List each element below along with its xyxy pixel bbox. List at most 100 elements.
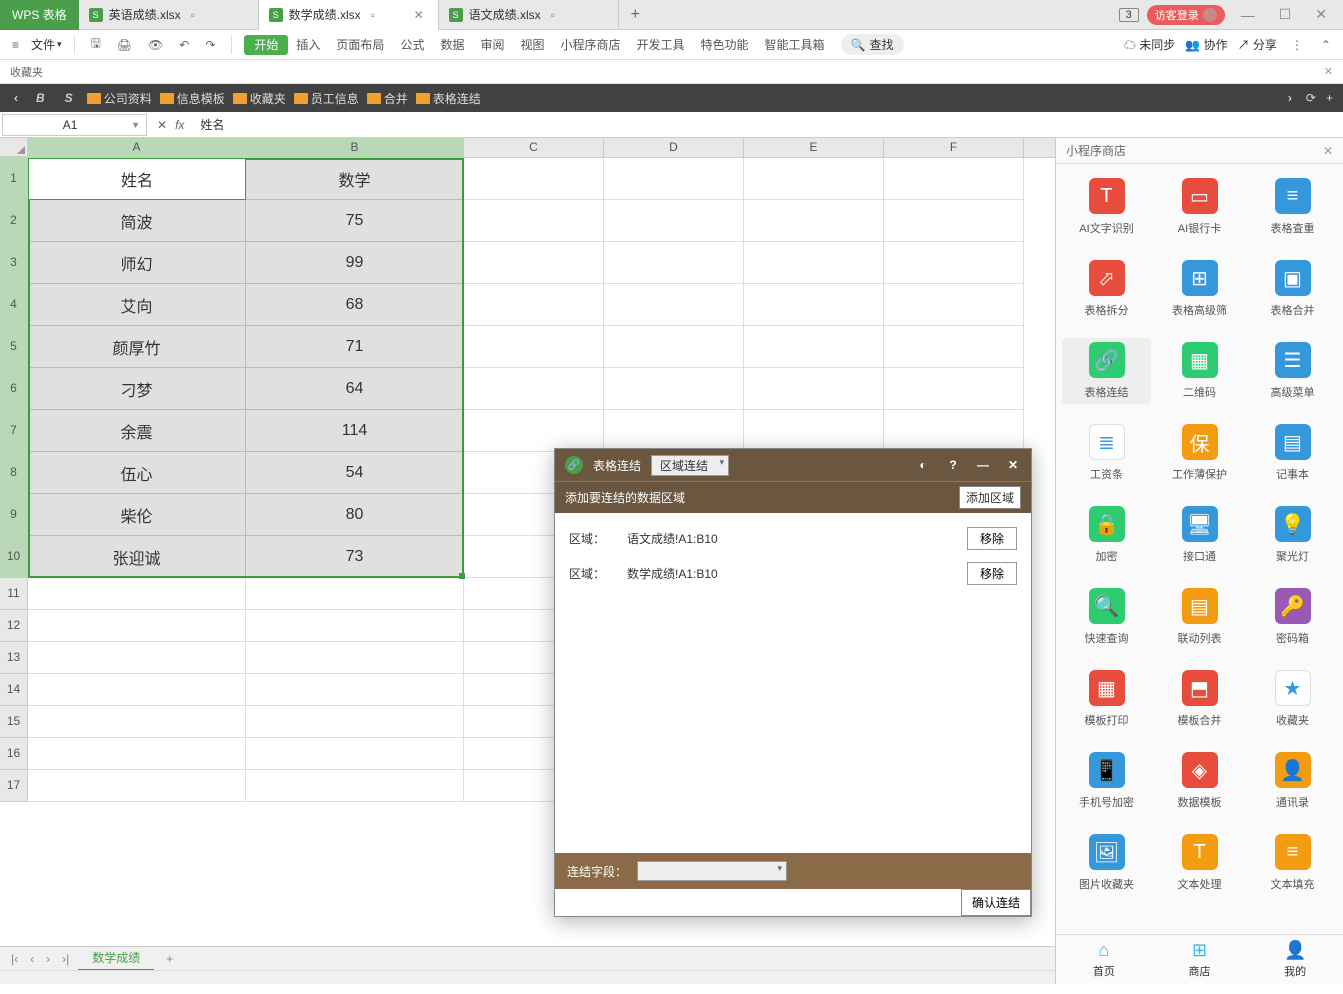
folder-item[interactable]: 信息模板 <box>160 90 225 107</box>
remove-button[interactable]: 移除 <box>967 562 1017 585</box>
folder-item[interactable]: 合并 <box>367 90 408 107</box>
cell[interactable]: 75 <box>246 200 464 242</box>
applet-item[interactable]: 🖥接口通 <box>1155 502 1244 568</box>
applet-item[interactable]: ▤联动列表 <box>1155 584 1244 650</box>
cell[interactable]: 张迎诚 <box>28 536 246 578</box>
applet-item[interactable]: ⬒模板合并 <box>1155 666 1244 732</box>
cell[interactable]: 71 <box>246 326 464 368</box>
cell[interactable]: 伍心 <box>28 452 246 494</box>
cell[interactable] <box>464 158 604 200</box>
more-icon[interactable]: ⋮ <box>1287 36 1307 54</box>
remove-button[interactable]: 移除 <box>967 527 1017 550</box>
cell[interactable]: 颜厚竹 <box>28 326 246 368</box>
print-icon[interactable]: 🖨 <box>113 36 136 54</box>
dialog-titlebar[interactable]: 🔗 表格连结 区域连结 ◐ ? — ✕ <box>555 449 1031 481</box>
column-header[interactable]: B <box>246 138 464 157</box>
tab-max-icon[interactable]: ▫ <box>187 8 199 22</box>
cell[interactable]: 刁梦 <box>28 368 246 410</box>
spreadsheet[interactable]: ABCDEF 1234567891011121314151617 姓名数学简波7… <box>0 138 1055 984</box>
applet-item[interactable]: ⊞表格高级筛 <box>1155 256 1244 322</box>
row-header[interactable]: 5 <box>0 326 28 368</box>
cell[interactable] <box>28 674 246 706</box>
cell[interactable] <box>744 200 884 242</box>
cell[interactable] <box>464 368 604 410</box>
cell[interactable] <box>884 200 1024 242</box>
row-header[interactable]: 11 <box>0 578 28 610</box>
cell[interactable]: 数学 <box>246 158 464 200</box>
applet-item[interactable]: 🔒加密 <box>1062 502 1151 568</box>
cell[interactable] <box>884 242 1024 284</box>
row-header[interactable]: 10 <box>0 536 28 578</box>
applet-item[interactable]: 保工作薄保护 <box>1155 420 1244 486</box>
cell[interactable] <box>604 368 744 410</box>
add-icon[interactable]: + <box>1326 91 1333 105</box>
sheet-nav-last[interactable]: ›| <box>59 952 72 966</box>
cell[interactable] <box>744 284 884 326</box>
cell[interactable] <box>744 242 884 284</box>
cell[interactable]: 80 <box>246 494 464 536</box>
cell[interactable] <box>464 410 604 452</box>
applet-item[interactable]: T文本处理 <box>1155 830 1244 896</box>
search-box[interactable]: 🔍 查找 <box>841 34 904 55</box>
cell[interactable] <box>28 642 246 674</box>
cell[interactable]: 姓名 <box>28 158 246 200</box>
ribbon-tab-5[interactable]: 审阅 <box>472 34 512 56</box>
row-header[interactable]: 6 <box>0 368 28 410</box>
close-icon[interactable]: ✕ <box>1323 144 1333 158</box>
applet-item[interactable]: 🔗表格连结 <box>1062 338 1151 404</box>
row-header[interactable]: 12 <box>0 610 28 642</box>
applet-item[interactable]: ▭AI银行卡 <box>1155 174 1244 240</box>
applet-item[interactable]: ≡文本填充 <box>1248 830 1337 896</box>
window-count-badge[interactable]: 3 <box>1119 8 1139 22</box>
row-header[interactable]: 16 <box>0 738 28 770</box>
sheet-nav-next[interactable]: › <box>43 952 53 966</box>
cell[interactable] <box>884 158 1024 200</box>
applet-item[interactable]: ▦二维码 <box>1155 338 1244 404</box>
refresh-icon[interactable]: ⟳ <box>1306 91 1316 105</box>
ribbon-tab-6[interactable]: 视图 <box>512 34 552 56</box>
tab-max-icon[interactable]: ▫ <box>367 8 379 22</box>
bold-indicator[interactable]: B <box>30 91 51 105</box>
cell[interactable] <box>744 326 884 368</box>
cell[interactable] <box>246 610 464 642</box>
doc-tab-math[interactable]: S 数学成绩.xlsx ▫ ✕ <box>259 0 439 30</box>
dropdown-icon[interactable]: ▼ <box>131 120 140 130</box>
applet-item[interactable]: ▦模板打印 <box>1062 666 1151 732</box>
row-header[interactable]: 13 <box>0 642 28 674</box>
footer-nav-item[interactable]: ⌂首页 <box>1056 935 1152 984</box>
cell[interactable] <box>884 410 1024 452</box>
cell[interactable] <box>464 326 604 368</box>
cancel-icon[interactable]: ✕ <box>157 118 167 132</box>
applet-item[interactable]: TAI文字识别 <box>1062 174 1151 240</box>
sheet-nav-first[interactable]: |‹ <box>8 952 21 966</box>
cell[interactable] <box>28 578 246 610</box>
cell[interactable] <box>246 706 464 738</box>
link-field-select[interactable] <box>637 861 787 881</box>
row-header[interactable]: 14 <box>0 674 28 706</box>
cell[interactable] <box>744 410 884 452</box>
applet-item[interactable]: 🖼图片收藏夹 <box>1062 830 1151 896</box>
row-header[interactable]: 2 <box>0 200 28 242</box>
cell[interactable] <box>744 158 884 200</box>
minimize-icon[interactable]: — <box>975 458 991 472</box>
applet-item[interactable]: ◈数据模板 <box>1155 748 1244 814</box>
doc-tab-chinese[interactable]: S 语文成绩.xlsx ▫ <box>439 0 619 30</box>
sync-status[interactable]: ☁ 未同步 <box>1124 36 1175 53</box>
mode-select[interactable]: 区域连结 <box>651 455 729 476</box>
cell[interactable]: 68 <box>246 284 464 326</box>
applet-item[interactable]: 🔑密码箱 <box>1248 584 1337 650</box>
collapse-icon[interactable]: ⌃ <box>1317 36 1335 54</box>
cell[interactable] <box>884 284 1024 326</box>
cell[interactable]: 64 <box>246 368 464 410</box>
cell[interactable] <box>464 242 604 284</box>
close-icon[interactable]: ✕ <box>1324 65 1333 78</box>
footer-nav-item[interactable]: 👤我的 <box>1247 935 1343 984</box>
cell[interactable] <box>604 158 744 200</box>
minimize-button[interactable]: — <box>1233 3 1263 27</box>
applet-item[interactable]: 👤通讯录 <box>1248 748 1337 814</box>
cell[interactable]: 73 <box>246 536 464 578</box>
column-header[interactable]: A <box>28 138 246 157</box>
add-tab-button[interactable]: + <box>619 6 652 24</box>
theme-icon[interactable]: ◐ <box>915 458 931 472</box>
strike-indicator[interactable]: S <box>59 91 79 105</box>
